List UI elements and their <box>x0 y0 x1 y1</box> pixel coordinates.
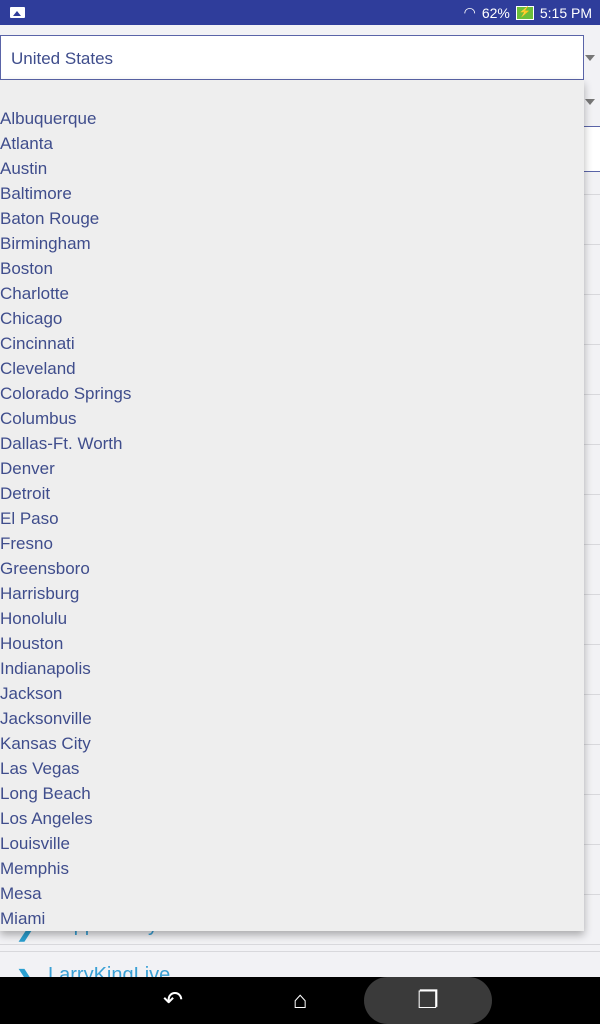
battery-percent: 62% <box>481 4 510 21</box>
city-option[interactable]: Honolulu <box>0 606 584 631</box>
city-option[interactable]: Columbus <box>0 406 584 431</box>
city-option[interactable]: Jackson <box>0 681 584 706</box>
status-bar: ◠ 62% ⚡ 5:15 PM <box>0 0 600 25</box>
city-option[interactable]: Boston <box>0 256 584 281</box>
city-option[interactable]: Cleveland <box>0 356 584 381</box>
city-option[interactable]: Chicago <box>0 306 584 331</box>
clock: 5:15 PM <box>539 4 592 21</box>
city-option[interactable]: Louisville <box>0 831 584 856</box>
wifi-icon: ◠ <box>463 4 476 20</box>
city-option[interactable]: Greensboro <box>0 556 584 581</box>
city-option[interactable]: Mesa <box>0 881 584 906</box>
city-option[interactable]: Baltimore <box>0 181 584 206</box>
city-option[interactable]: Birmingham <box>0 231 584 256</box>
city-option[interactable]: Long Beach <box>0 781 584 806</box>
city-option[interactable]: Fresno <box>0 531 584 556</box>
city-option[interactable]: Miami <box>0 906 584 931</box>
home-icon[interactable]: ⌂ <box>275 977 325 1024</box>
city-option[interactable]: Harrisburg <box>0 581 584 606</box>
city-option[interactable]: Detroit <box>0 481 584 506</box>
battery-charging-icon: ⚡ <box>515 5 534 20</box>
city-option[interactable]: Los Angeles <box>0 806 584 831</box>
city-option[interactable]: Colorado Springs <box>0 381 584 406</box>
city-option[interactable]: Albuquerque <box>0 106 584 131</box>
dropdown-arrow-icon[interactable] <box>585 55 595 61</box>
dropdown-arrow-icon[interactable] <box>585 99 595 105</box>
gallery-notification-icon <box>10 7 25 18</box>
city-option[interactable]: Indianapolis <box>0 656 584 681</box>
city-option[interactable]: Cincinnati <box>0 331 584 356</box>
city-option[interactable]: El Paso <box>0 506 584 531</box>
city-option[interactable]: Houston <box>0 631 584 656</box>
navigation-bar: ↶ ⌂ ❐ <box>0 977 600 1024</box>
city-option[interactable]: Charlotte <box>0 281 584 306</box>
city-option[interactable]: Jacksonville <box>0 706 584 731</box>
city-option[interactable]: Las Vegas <box>0 756 584 781</box>
recents-icon[interactable]: ❐ <box>403 977 453 1024</box>
city-option[interactable]: Dallas-Ft. Worth <box>0 431 584 456</box>
city-option[interactable]: Baton Rouge <box>0 206 584 231</box>
city-option[interactable]: Austin <box>0 156 584 181</box>
country-spinner[interactable]: United States <box>0 35 584 80</box>
back-icon[interactable]: ↶ <box>148 977 198 1024</box>
city-option[interactable]: Denver <box>0 456 584 481</box>
city-option[interactable]: Memphis <box>0 856 584 881</box>
city-option[interactable]: Kansas City <box>0 731 584 756</box>
city-dropdown-list[interactable]: Albuquerque Atlanta Austin Baltimore Baton R… <box>0 80 584 931</box>
country-spinner-value: United States <box>11 49 114 68</box>
city-option[interactable]: Atlanta <box>0 131 584 156</box>
